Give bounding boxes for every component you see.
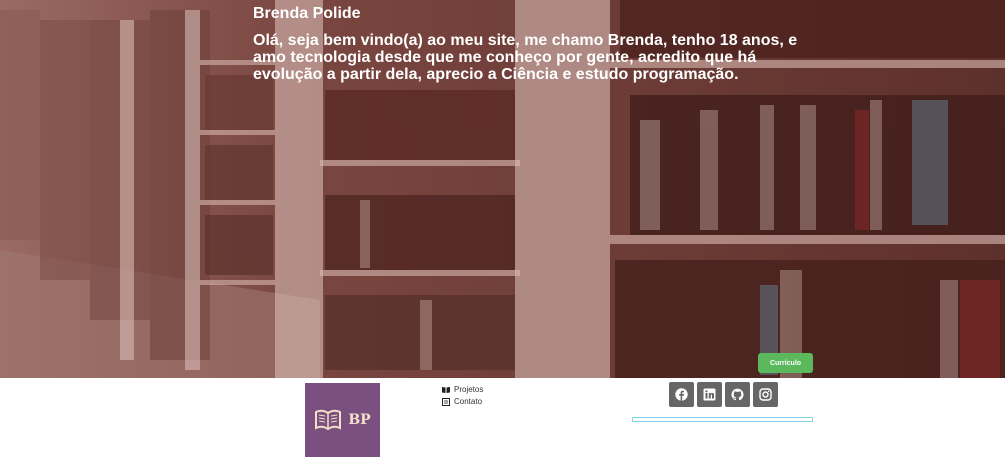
logo[interactable]: BP	[305, 383, 380, 457]
instagram-button[interactable]	[753, 382, 778, 407]
hero-name: Brenda Polide	[253, 5, 361, 22]
hero-banner: Brenda Polide Olá, seja bem vindo(a) ao …	[0, 0, 1005, 378]
book-icon	[442, 387, 450, 393]
footer: BP Projetos Contato	[0, 378, 1005, 460]
nav-item-contato[interactable]: Contato	[442, 396, 483, 408]
nav-item-projetos[interactable]: Projetos	[442, 384, 483, 396]
facebook-button[interactable]	[669, 382, 694, 407]
hero-text: Brenda Polide Olá, seja bem vindo(a) ao …	[253, 4, 813, 83]
linkedin-button[interactable]	[697, 382, 722, 407]
social-links	[669, 382, 778, 407]
instagram-icon	[759, 388, 772, 401]
github-button[interactable]	[725, 382, 750, 407]
facebook-icon	[675, 388, 688, 401]
curriculum-button[interactable]: Currículo	[758, 353, 813, 373]
footer-nav: Projetos Contato	[442, 384, 483, 408]
logo-text: BP	[348, 412, 371, 428]
github-icon	[731, 388, 744, 401]
book-icon	[315, 409, 342, 431]
contact-icon	[442, 398, 450, 406]
linkedin-icon	[703, 388, 716, 401]
hero-intro: Olá, seja bem vindo(a) ao meu site, me c…	[253, 32, 798, 83]
nav-item-label: Projetos	[454, 385, 484, 394]
footer-divider	[632, 417, 813, 422]
nav-item-label: Contato	[454, 397, 483, 406]
